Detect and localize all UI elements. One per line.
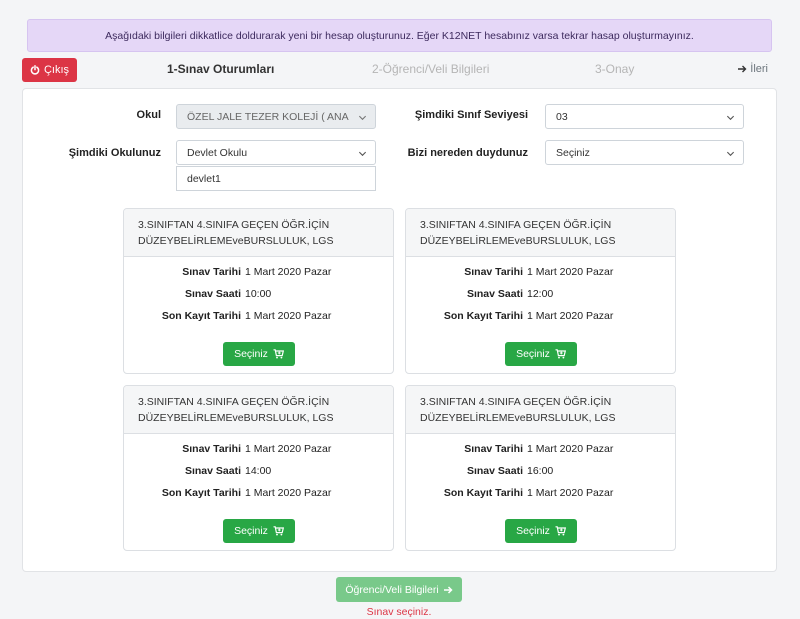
step-confirm: 3-Onay [595,62,635,76]
session-card: 3.SINIFTAN 4.SINIFA GEÇEN ÖĞR.İÇİN DÜZEY… [123,208,394,374]
current-school-select[interactable]: Devlet Okulu [176,140,376,165]
session-card: 3.SINIFTAN 4.SINIFA GEÇEN ÖĞR.İÇİN DÜZEY… [405,385,676,551]
session-date-label: Sınav Tarihi [464,266,523,278]
session-deadline-value: 1 Mart 2020 Pazar [245,487,332,499]
info-alert-text: Aşağıdaki bilgileri dikkatlice doldurara… [105,29,694,42]
registration-page: Aşağıdaki bilgileri dikkatlice doldurara… [0,0,800,619]
submit-label: Öğrenci/Veli Bilgileri [345,583,439,596]
session-time-label: Sınav Saati [184,465,241,477]
session-deadline-label: Son Kayıt Tarihi [443,487,523,499]
next-label: İleri [750,63,768,75]
cart-plus-icon [273,349,284,359]
session-title: 3.SINIFTAN 4.SINIFA GEÇEN ÖĞR.İÇİN DÜZEY… [406,209,675,257]
student-parent-info-button[interactable]: Öğrenci/Veli Bilgileri [336,577,462,602]
session-date-value: 1 Mart 2020 Pazar [245,266,332,278]
session-time-value: 12:00 [527,288,554,300]
session-time-label: Sınav Saati [466,465,523,477]
select-session-label: Seçiniz [234,525,268,537]
select-session-button[interactable]: Seçiniz [505,342,577,366]
session-deadline-label: Son Kayıt Tarihi [161,310,241,322]
school-label: Okul [136,109,161,121]
session-card: 3.SINIFTAN 4.SINIFA GEÇEN ÖĞR.İÇİN DÜZEY… [123,385,394,551]
logout-label: Çıkış [43,64,70,76]
session-date-label: Sınav Tarihi [182,266,241,278]
session-time-value: 10:00 [245,288,272,300]
select-session-label: Seçiniz [516,525,550,537]
chevron-down-icon [726,151,735,157]
select-session-button[interactable]: Seçiniz [223,519,295,543]
validation-error: Sınav seçiniz. [366,606,432,618]
cart-plus-icon [273,526,284,536]
form-panel: Okul ÖZEL JALE TEZER KOLEJİ ( ANA Şimdik… [22,88,777,572]
next-link[interactable]: İleri [737,63,768,75]
session-date-label: Sınav Tarihi [182,443,241,455]
source-select-value: Seçiniz [556,146,590,159]
session-time-value: 16:00 [527,465,554,477]
arrow-right-icon [443,585,453,594]
session-time-label: Sınav Saati [184,288,241,300]
session-deadline-value: 1 Mart 2020 Pazar [527,310,614,322]
arrow-right-icon [738,65,747,73]
current-school-label: Şimdiki Okulunuz [68,147,161,159]
current-school-name-value: devlet1 [187,172,221,185]
session-deadline-label: Son Kayıt Tarihi [443,310,523,322]
session-title: 3.SINIFTAN 4.SINIFA GEÇEN ÖĞR.İÇİN DÜZEY… [124,209,393,257]
step-student-parent-info: 2-Öğrenci/Veli Bilgileri [372,62,490,76]
info-alert: Aşağıdaki bilgileri dikkatlice doldurara… [27,19,772,52]
session-card: 3.SINIFTAN 4.SINIFA GEÇEN ÖĞR.İÇİN DÜZEY… [405,208,676,374]
grade-label: Şimdiki Sınıf Seviyesi [414,109,528,121]
chevron-down-icon [358,151,367,157]
chevron-down-icon [726,115,735,121]
session-deadline-value: 1 Mart 2020 Pazar [527,487,614,499]
session-date-label: Sınav Tarihi [464,443,523,455]
session-deadline-value: 1 Mart 2020 Pazar [245,310,332,322]
chevron-down-icon [358,115,367,121]
power-icon [30,65,40,75]
select-session-label: Seçiniz [516,348,550,360]
cart-plus-icon [555,526,566,536]
select-session-button[interactable]: Seçiniz [505,519,577,543]
step-exam-sessions: 1-Sınav Oturumları [167,62,275,76]
session-time-label: Sınav Saati [466,288,523,300]
grade-select-value: 03 [556,110,568,123]
session-deadline-label: Son Kayıt Tarihi [161,487,241,499]
session-title: 3.SINIFTAN 4.SINIFA GEÇEN ÖĞR.İÇİN DÜZEY… [406,386,675,434]
source-label: Bizi nereden duydunuz [407,147,528,159]
session-date-value: 1 Mart 2020 Pazar [527,443,614,455]
school-select-value: ÖZEL JALE TEZER KOLEJİ ( ANA [187,110,349,123]
select-session-label: Seçiniz [234,348,268,360]
current-school-select-value: Devlet Okulu [187,146,248,159]
logout-button[interactable]: Çıkış [22,58,77,82]
select-session-button[interactable]: Seçiniz [223,342,295,366]
grade-select[interactable]: 03 [545,104,744,129]
cart-plus-icon [555,349,566,359]
session-time-value: 14:00 [245,465,272,477]
session-date-value: 1 Mart 2020 Pazar [527,266,614,278]
current-school-name-input[interactable]: devlet1 [176,166,376,191]
session-title: 3.SINIFTAN 4.SINIFA GEÇEN ÖĞR.İÇİN DÜZEY… [124,386,393,434]
school-select[interactable]: ÖZEL JALE TEZER KOLEJİ ( ANA [176,104,376,129]
session-date-value: 1 Mart 2020 Pazar [245,443,332,455]
source-select[interactable]: Seçiniz [545,140,744,165]
